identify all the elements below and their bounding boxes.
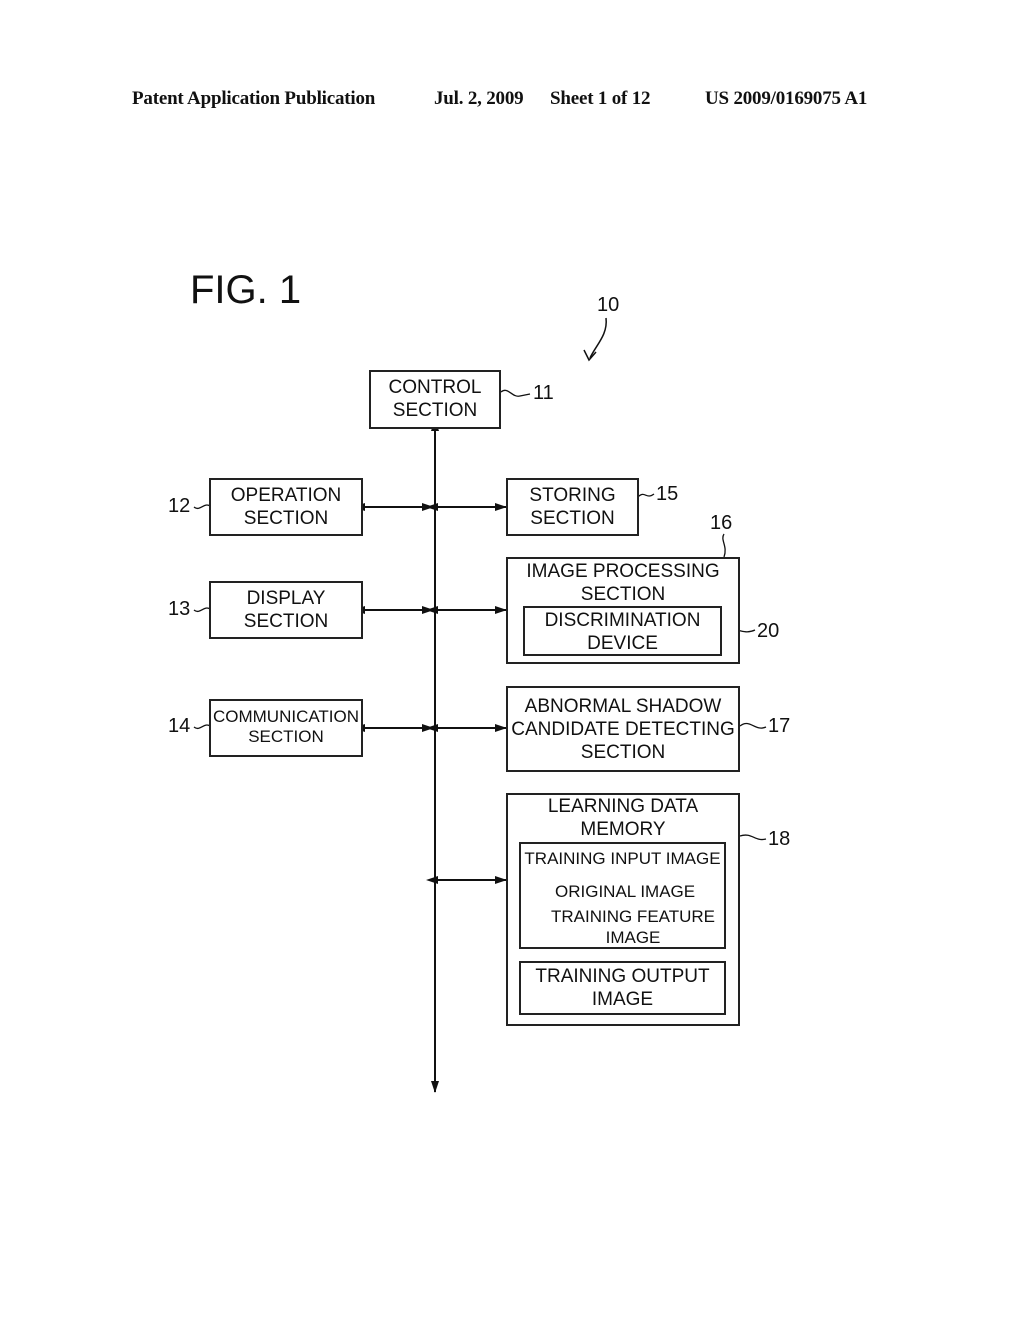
system-ref-arrow [589, 317, 607, 359]
training-output-image-label: TRAINING OUTPUT IMAGE [535, 966, 710, 1010]
ref-16: 16 [710, 512, 733, 534]
ref-13: 13 [168, 598, 191, 620]
ref-17: 17 [768, 715, 791, 737]
leader-15 [637, 493, 655, 498]
control-section-label: CONTROL SECTION [388, 377, 482, 421]
leader-13 [193, 607, 211, 613]
storing-section-label: STORING SECTION [529, 485, 616, 529]
ref-11: 11 [533, 382, 554, 404]
leader-11 [500, 389, 531, 397]
image-processing-label: IMAGE PROCESSING SECTION [526, 561, 720, 605]
original-image-label: ORIGINAL IMAGE [555, 882, 696, 901]
leader-16 [722, 533, 726, 558]
leader-17 [739, 722, 767, 729]
ref-15: 15 [656, 483, 679, 505]
system-ref-label: 10 [597, 294, 620, 316]
operation-section-label: OPERATION SECTION [230, 485, 342, 529]
ref-14: 14 [168, 715, 191, 737]
leader-14 [193, 724, 211, 730]
ref-18: 18 [768, 828, 791, 850]
leader-18 [739, 834, 767, 841]
abnormal-shadow-label: ABNORMAL SHADOW CANDIDATE DETECTING SECT… [511, 696, 735, 763]
communication-section-label: COMMUNICATION SECTION [212, 707, 360, 746]
ref-20: 20 [757, 620, 780, 642]
learning-data-memory-label: LEARNING DATA MEMORY [547, 796, 699, 840]
discrimination-device-label: DISCRIMINATION DEVICE [544, 610, 701, 654]
display-section-label: DISPLAY SECTION [243, 588, 329, 632]
ref-12: 12 [168, 495, 191, 517]
training-feature-image-label: TRAINING FEATURE IMAGE [550, 907, 716, 947]
training-input-image-label: TRAINING INPUT IMAGE [524, 849, 721, 868]
leader-12 [193, 504, 211, 510]
